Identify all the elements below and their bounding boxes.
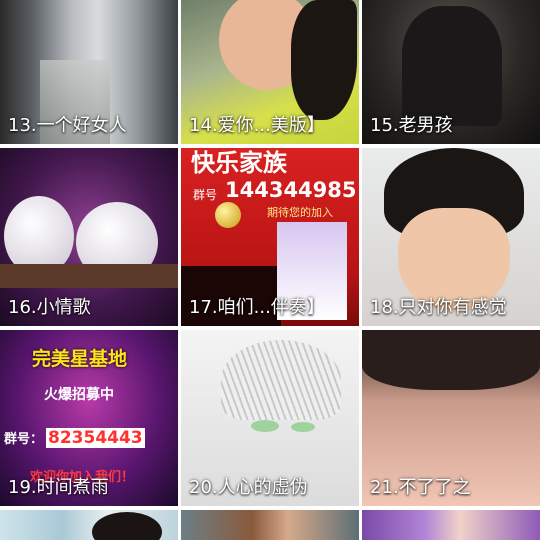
- tile-label: 20.人心的虚伪: [189, 477, 308, 498]
- portrait-hair: [291, 0, 357, 120]
- album-tile-15[interactable]: 15.老男孩: [362, 0, 540, 144]
- tile-label: 17.咱们...伴奏】: [189, 297, 325, 318]
- tile-label: 14.爱你...美版】: [189, 115, 325, 136]
- album-tile-18[interactable]: 18.只对你有感觉: [362, 148, 540, 326]
- figure-silhouette: [402, 6, 502, 126]
- poster-sub: 火爆招募中: [44, 387, 114, 403]
- tile-label: 13.一个好女人: [8, 115, 127, 136]
- microphone-icon: [215, 202, 241, 228]
- album-cover-image: [181, 510, 359, 540]
- album-tile-23[interactable]: [181, 510, 359, 540]
- album-tile-22[interactable]: [0, 510, 178, 540]
- poster-group-prefix: 群号: [193, 188, 218, 202]
- tile-label: 18.只对你有感觉: [370, 297, 507, 318]
- album-tile-14[interactable]: 14.爱你...美版】: [181, 0, 359, 144]
- album-tile-19[interactable]: 完美星基地 火爆招募中 群号： 82354443 欢迎你加入我们！ 19.时间煮…: [0, 330, 178, 506]
- album-tile-24[interactable]: [362, 510, 540, 540]
- sketch-hair: [221, 340, 341, 420]
- poster-number: 144344985: [225, 178, 357, 202]
- poster-title: 完美星基地: [32, 348, 128, 370]
- sketch-eye: [251, 420, 279, 432]
- album-tile-20[interactable]: 20.人心的虚伪: [181, 330, 359, 506]
- tile-label: 21.不了了之: [370, 477, 471, 498]
- tile-label: 15.老男孩: [370, 115, 453, 136]
- album-tile-17[interactable]: 快乐家族 群号 144344985 期待您的加入 17.咱们...伴奏】: [181, 148, 359, 326]
- poster-slogan: 期待您的加入: [267, 206, 333, 219]
- album-tile-21[interactable]: 21.不了了之: [362, 330, 540, 506]
- album-tile-16[interactable]: 16.小情歌: [0, 148, 178, 326]
- album-tile-13[interactable]: 13.一个好女人: [0, 0, 178, 144]
- nest: [0, 264, 178, 288]
- sketch-eye: [291, 422, 315, 432]
- portrait-hair: [362, 330, 540, 390]
- tile-label: 16.小情歌: [8, 297, 91, 318]
- poster-group-prefix: 群号：: [4, 432, 44, 447]
- poster-number: 82354443: [46, 428, 145, 448]
- album-cover-image: [362, 510, 540, 540]
- tile-label: 19.时间煮雨: [8, 477, 109, 498]
- album-grid: 13.一个好女人 14.爱你...美版】 15.老男孩 16.小情歌 快乐家族 …: [0, 0, 540, 540]
- poster-title: 快乐家族: [191, 149, 287, 177]
